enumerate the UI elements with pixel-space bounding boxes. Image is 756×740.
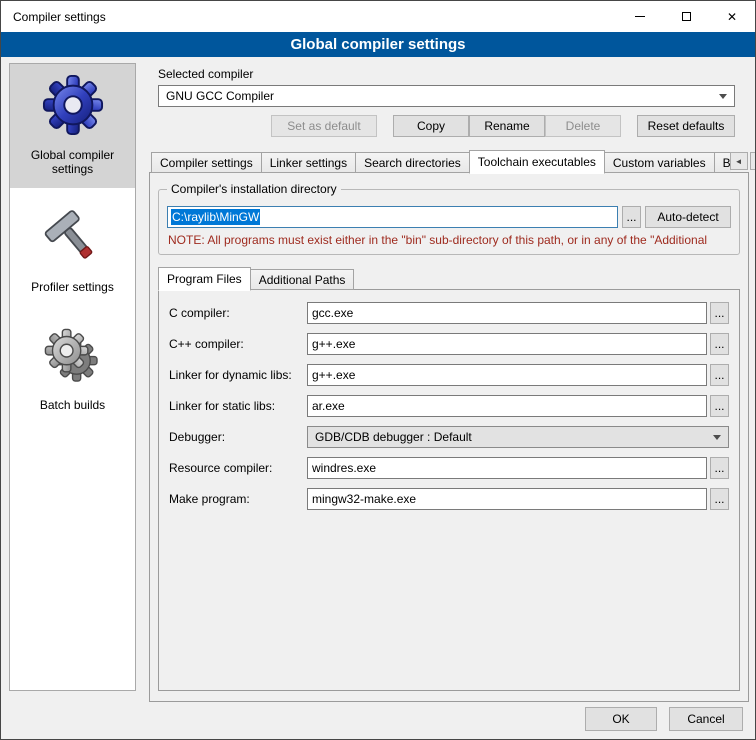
resource-compiler-browse-button[interactable]: ...: [710, 457, 729, 479]
maximize-icon: [682, 12, 691, 21]
installation-directory-group: Compiler's installation directory C:\ray…: [158, 189, 740, 255]
resource-compiler-input[interactable]: [307, 457, 707, 479]
delete-button: Delete: [545, 115, 621, 137]
installation-directory-group-label: Compiler's installation directory: [167, 182, 341, 197]
batch-gears-icon: [44, 328, 102, 389]
cancel-button[interactable]: Cancel: [669, 707, 743, 731]
close-button[interactable]: ✕: [709, 1, 755, 32]
selected-compiler-value: GNU GCC Compiler: [166, 89, 274, 103]
titlebar[interactable]: Compiler settings ✕: [1, 1, 755, 32]
form-row-debugger: Debugger: GDB/CDB debugger : Default: [169, 426, 729, 448]
window-title: Compiler settings: [1, 1, 617, 32]
dynamic-linker-label: Linker for dynamic libs:: [169, 368, 307, 382]
installation-directory-input[interactable]: C:\raylib\MinGW: [167, 206, 618, 228]
selected-compiler-label: Selected compiler: [158, 67, 749, 82]
installation-directory-value: C:\raylib\MinGW: [171, 209, 260, 225]
tab-scroll-right-button[interactable]: ►: [750, 152, 756, 170]
sidebar-item-label: Global compiler settings: [14, 148, 131, 176]
minimize-button[interactable]: [617, 1, 663, 32]
tab-compiler-settings[interactable]: Compiler settings: [151, 152, 262, 173]
dialog-banner: Global compiler settings: [1, 32, 755, 57]
installation-note: NOTE: All programs must exist either in …: [168, 233, 731, 248]
dynamic-linker-input[interactable]: [307, 364, 707, 386]
subtab-additional-paths[interactable]: Additional Paths: [250, 269, 355, 290]
tab-build-clipped[interactable]: Buil: [714, 152, 731, 173]
sidebar-item-label: Batch builds: [40, 398, 105, 412]
cpp-compiler-input[interactable]: [307, 333, 707, 355]
c-compiler-input[interactable]: [307, 302, 707, 324]
static-linker-input[interactable]: [307, 395, 707, 417]
sidebar-item-batch-builds[interactable]: Batch builds: [10, 318, 135, 424]
dropdown-arrow-icon: [719, 94, 727, 99]
toolchain-executables-panel: Compiler's installation directory C:\ray…: [149, 172, 749, 702]
resource-compiler-label: Resource compiler:: [169, 461, 307, 475]
tab-custom-variables[interactable]: Custom variables: [604, 152, 715, 173]
executables-subtabbar: Program Files Additional Paths: [158, 267, 740, 290]
profiler-tool-icon: [44, 210, 102, 271]
tab-scroll-controls: ◄ ►: [730, 152, 756, 170]
debugger-label: Debugger:: [169, 430, 307, 444]
tab-linker-settings[interactable]: Linker settings: [261, 152, 356, 173]
compiler-actions: Set as default Copy Rename Delete Reset …: [149, 115, 735, 137]
sidebar-item-label: Profiler settings: [31, 280, 114, 294]
minimize-icon: [635, 16, 645, 17]
form-row-resource-compiler: Resource compiler: ...: [169, 457, 729, 479]
form-row-make-program: Make program: ...: [169, 488, 729, 510]
cpp-compiler-browse-button[interactable]: ...: [710, 333, 729, 355]
make-program-browse-button[interactable]: ...: [710, 488, 729, 510]
settings-tabbar: Compiler settings Linker settings Search…: [151, 149, 749, 173]
settings-category-list: Global compiler settings Profiler settin…: [9, 63, 136, 691]
form-row-c-compiler: C compiler: ...: [169, 302, 729, 324]
set-as-default-button: Set as default: [271, 115, 377, 137]
dialog-footer: OK Cancel: [585, 707, 743, 731]
cpp-compiler-label: C++ compiler:: [169, 337, 307, 351]
static-linker-label: Linker for static libs:: [169, 399, 307, 413]
maximize-button[interactable]: [663, 1, 709, 32]
installation-directory-browse-button[interactable]: ...: [622, 206, 641, 228]
dropdown-arrow-icon: [713, 435, 721, 440]
reset-defaults-button[interactable]: Reset defaults: [637, 115, 735, 137]
static-linker-browse-button[interactable]: ...: [710, 395, 729, 417]
banner-title: Global compiler settings: [290, 36, 465, 53]
gear-blue-icon: [42, 74, 104, 139]
tab-scroll-left-button[interactable]: ◄: [730, 152, 748, 170]
make-program-input[interactable]: [307, 488, 707, 510]
tab-toolchain-executables[interactable]: Toolchain executables: [469, 150, 605, 174]
tab-search-directories[interactable]: Search directories: [355, 152, 470, 173]
compiler-settings-dialog: Compiler settings ✕ Global compiler sett…: [0, 0, 756, 740]
debugger-select[interactable]: GDB/CDB debugger : Default: [307, 426, 729, 448]
rename-button[interactable]: Rename: [469, 115, 545, 137]
debugger-value: GDB/CDB debugger : Default: [315, 430, 472, 444]
form-row-static-linker: Linker for static libs: ...: [169, 395, 729, 417]
sidebar-item-profiler-settings[interactable]: Profiler settings: [10, 200, 135, 306]
main-content: Selected compiler GNU GCC Compiler Set a…: [149, 57, 749, 709]
form-row-cpp-compiler: C++ compiler: ...: [169, 333, 729, 355]
c-compiler-browse-button[interactable]: ...: [710, 302, 729, 324]
ok-button[interactable]: OK: [585, 707, 657, 731]
subtab-program-files[interactable]: Program Files: [158, 267, 251, 291]
copy-button[interactable]: Copy: [393, 115, 469, 137]
sidebar-item-global-compiler-settings[interactable]: Global compiler settings: [10, 64, 135, 188]
auto-detect-button[interactable]: Auto-detect: [645, 206, 731, 228]
installation-directory-row: C:\raylib\MinGW ... Auto-detect: [167, 206, 731, 228]
close-icon: ✕: [727, 11, 737, 23]
c-compiler-label: C compiler:: [169, 306, 307, 320]
make-program-label: Make program:: [169, 492, 307, 506]
selected-compiler-select[interactable]: GNU GCC Compiler: [158, 85, 735, 107]
dynamic-linker-browse-button[interactable]: ...: [710, 364, 729, 386]
program-files-panel: C compiler: ... C++ compiler: ... Linker…: [158, 289, 740, 691]
form-row-dynamic-linker: Linker for dynamic libs: ...: [169, 364, 729, 386]
